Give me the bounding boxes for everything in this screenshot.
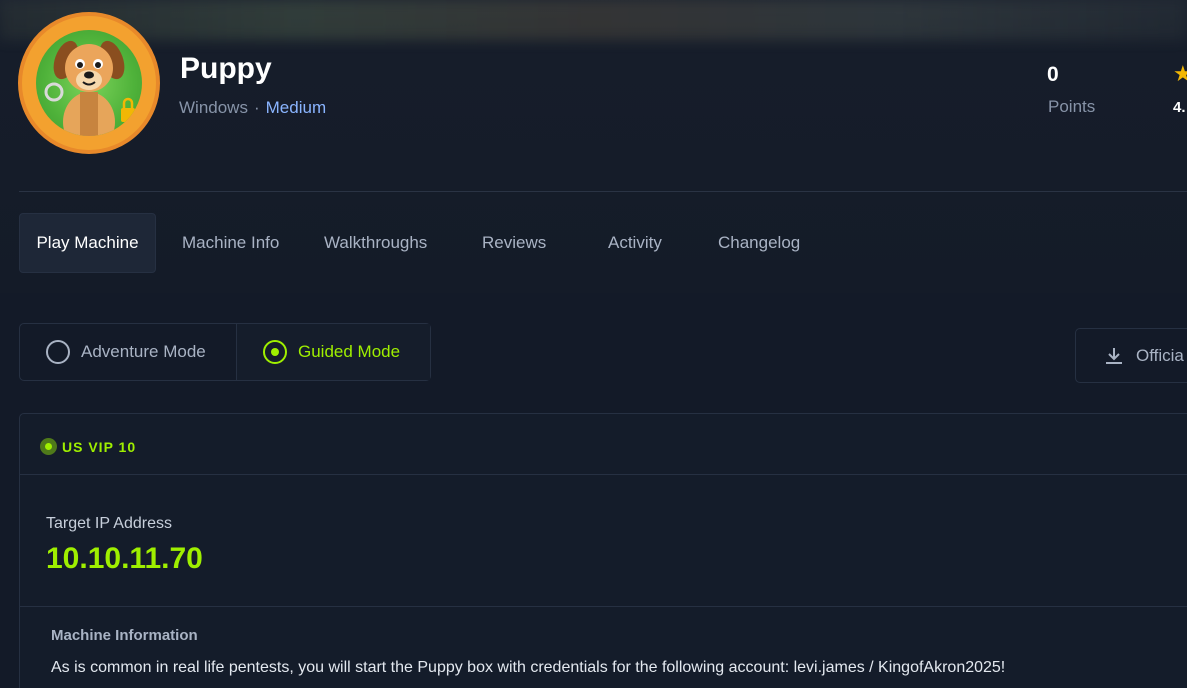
machine-card: US VIP 10 Target IP Address 10.10.11.70 …	[19, 413, 1187, 688]
machine-difficulty: Medium	[265, 98, 327, 117]
machine-avatar	[18, 12, 160, 154]
avatar-background	[36, 30, 142, 136]
guided-mode-label: Guided Mode	[298, 342, 401, 361]
tab-activity[interactable]: Activity	[608, 213, 662, 273]
header-divider	[19, 191, 1187, 192]
rating-value: 4.	[1173, 99, 1186, 116]
tab-play-machine[interactable]: Play Machine	[19, 213, 156, 273]
adventure-mode-option[interactable]: Adventure Mode	[20, 324, 237, 380]
guided-mode-option[interactable]: Guided Mode	[237, 324, 430, 380]
radio-unchecked-icon	[46, 340, 70, 364]
points-label: Points	[1048, 97, 1096, 116]
star-icon: ★	[1173, 61, 1187, 86]
radio-checked-icon	[263, 340, 287, 364]
mode-selector: Adventure Mode Guided Mode	[19, 323, 431, 381]
machine-information-title: Machine Information	[51, 627, 198, 644]
download-icon	[1106, 347, 1122, 364]
header-glow	[0, 0, 1187, 40]
tab-walkthroughs[interactable]: Walkthroughs	[324, 213, 427, 273]
server-header: US VIP 10	[20, 414, 1187, 475]
target-ip-value[interactable]: 10.10.11.70	[46, 542, 203, 576]
machine-os: Windows	[179, 98, 248, 117]
meta-separator: ·	[253, 98, 260, 117]
tab-changelog[interactable]: Changelog	[718, 213, 800, 273]
download-label: Officia	[1136, 345, 1184, 365]
points-value: 0	[1047, 63, 1059, 86]
machine-information-text: As is common in real life pentests, you …	[51, 659, 1006, 676]
machine-name: Puppy	[180, 52, 272, 85]
machine-meta: Windows · Medium	[179, 98, 326, 118]
target-ip-label: Target IP Address	[46, 515, 172, 532]
tab-machine-info[interactable]: Machine Info	[182, 213, 279, 273]
server-name: US VIP 10	[62, 439, 137, 455]
puppy-icon	[44, 40, 135, 136]
card-divider	[20, 606, 1187, 607]
download-official-button[interactable]: Officia	[1075, 328, 1187, 383]
tab-reviews[interactable]: Reviews	[482, 213, 546, 273]
server-status-icon	[40, 438, 57, 455]
machine-header	[0, 0, 1187, 293]
adventure-mode-label: Adventure Mode	[81, 342, 206, 361]
